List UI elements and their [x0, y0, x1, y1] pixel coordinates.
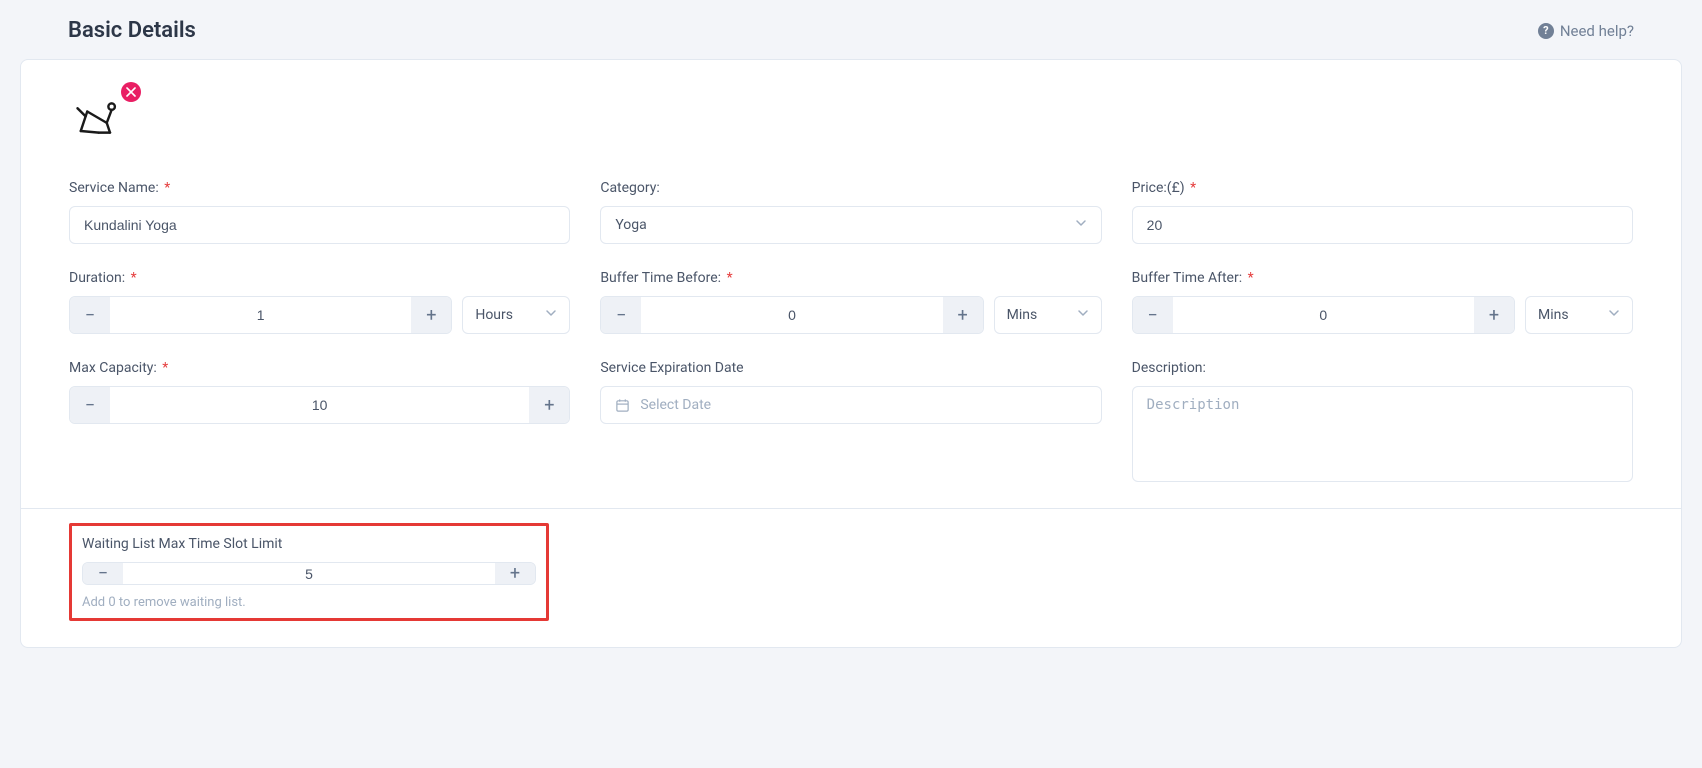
- field-service-name: Service Name: *: [69, 180, 570, 244]
- duration-increment[interactable]: +: [411, 297, 451, 333]
- page-title: Basic Details: [68, 18, 196, 43]
- buffer-before-label: Buffer Time Before: *: [600, 270, 1101, 286]
- waiting-list-highlight: Waiting List Max Time Slot Limit − + Add…: [69, 523, 549, 621]
- max-capacity-value[interactable]: [110, 387, 529, 423]
- duration-label: Duration: *: [69, 270, 570, 286]
- page-header: Basic Details ? Need help?: [20, 10, 1682, 59]
- buffer-after-stepper: − +: [1132, 296, 1515, 334]
- field-max-capacity: Max Capacity: * − +: [69, 360, 570, 482]
- max-capacity-label: Max Capacity: *: [69, 360, 570, 376]
- field-price: Price:(£) *: [1132, 180, 1633, 244]
- help-icon: ?: [1538, 23, 1554, 39]
- category-select[interactable]: Yoga: [600, 206, 1101, 244]
- service-name-label: Service Name: *: [69, 180, 570, 196]
- close-icon: [126, 87, 136, 97]
- calendar-icon: [615, 398, 630, 413]
- description-textarea[interactable]: [1132, 386, 1633, 482]
- chevron-down-icon: [1075, 217, 1087, 233]
- need-help-link[interactable]: ? Need help?: [1538, 22, 1634, 40]
- chevron-down-icon: [1608, 307, 1620, 323]
- duration-stepper: − +: [69, 296, 452, 334]
- waiting-list-decrement[interactable]: −: [83, 563, 123, 584]
- field-description: Description:: [1132, 360, 1633, 482]
- waiting-list-increment[interactable]: +: [495, 563, 535, 584]
- duration-unit-select[interactable]: Hours: [462, 296, 570, 334]
- expiration-date-input[interactable]: Select Date: [600, 386, 1101, 424]
- remove-image-button[interactable]: [121, 82, 141, 102]
- chevron-down-icon: [545, 307, 557, 323]
- waiting-list-section: Waiting List Max Time Slot Limit − + Add…: [21, 509, 1681, 647]
- category-label: Category:: [600, 180, 1101, 196]
- description-label: Description:: [1132, 360, 1633, 376]
- duration-unit-value: Hours: [475, 307, 513, 323]
- buffer-before-unit-select[interactable]: Mins: [994, 296, 1102, 334]
- waiting-list-value[interactable]: [123, 563, 495, 584]
- buffer-before-value[interactable]: [641, 297, 942, 333]
- service-image[interactable]: [69, 90, 133, 154]
- category-value: Yoga: [615, 217, 646, 233]
- chevron-down-icon: [1077, 307, 1089, 323]
- buffer-before-stepper: − +: [600, 296, 983, 334]
- field-buffer-after: Buffer Time After: * − + Mins: [1132, 270, 1633, 334]
- price-label: Price:(£) *: [1132, 180, 1633, 196]
- waiting-list-label: Waiting List Max Time Slot Limit: [82, 536, 536, 552]
- max-capacity-stepper: − +: [69, 386, 570, 424]
- buffer-before-decrement[interactable]: −: [601, 297, 641, 333]
- buffer-after-increment[interactable]: +: [1474, 297, 1514, 333]
- max-capacity-increment[interactable]: +: [529, 387, 569, 423]
- expiration-label: Service Expiration Date: [600, 360, 1101, 376]
- buffer-after-unit-value: Mins: [1538, 307, 1569, 323]
- waiting-list-helper: Add 0 to remove waiting list.: [82, 595, 536, 610]
- need-help-label: Need help?: [1560, 22, 1634, 40]
- duration-value[interactable]: [110, 297, 411, 333]
- buffer-after-unit-select[interactable]: Mins: [1525, 296, 1633, 334]
- expiration-placeholder: Select Date: [640, 397, 711, 413]
- service-name-input[interactable]: [69, 206, 570, 244]
- field-duration: Duration: * − + Hours: [69, 270, 570, 334]
- yoga-pose-icon: [69, 90, 125, 146]
- field-expiration: Service Expiration Date Select Date: [600, 360, 1101, 482]
- max-capacity-decrement[interactable]: −: [70, 387, 110, 423]
- buffer-before-increment[interactable]: +: [943, 297, 983, 333]
- details-card: Service Name: * Category: Yoga: [20, 59, 1682, 648]
- field-buffer-before: Buffer Time Before: * − + Mins: [600, 270, 1101, 334]
- buffer-before-unit-value: Mins: [1007, 307, 1038, 323]
- buffer-after-value[interactable]: [1173, 297, 1474, 333]
- duration-decrement[interactable]: −: [70, 297, 110, 333]
- buffer-after-label: Buffer Time After: *: [1132, 270, 1633, 286]
- form-grid: Service Name: * Category: Yoga: [69, 180, 1633, 482]
- waiting-list-stepper: − +: [82, 562, 536, 585]
- price-input[interactable]: [1132, 206, 1633, 244]
- buffer-after-decrement[interactable]: −: [1133, 297, 1173, 333]
- field-category: Category: Yoga: [600, 180, 1101, 244]
